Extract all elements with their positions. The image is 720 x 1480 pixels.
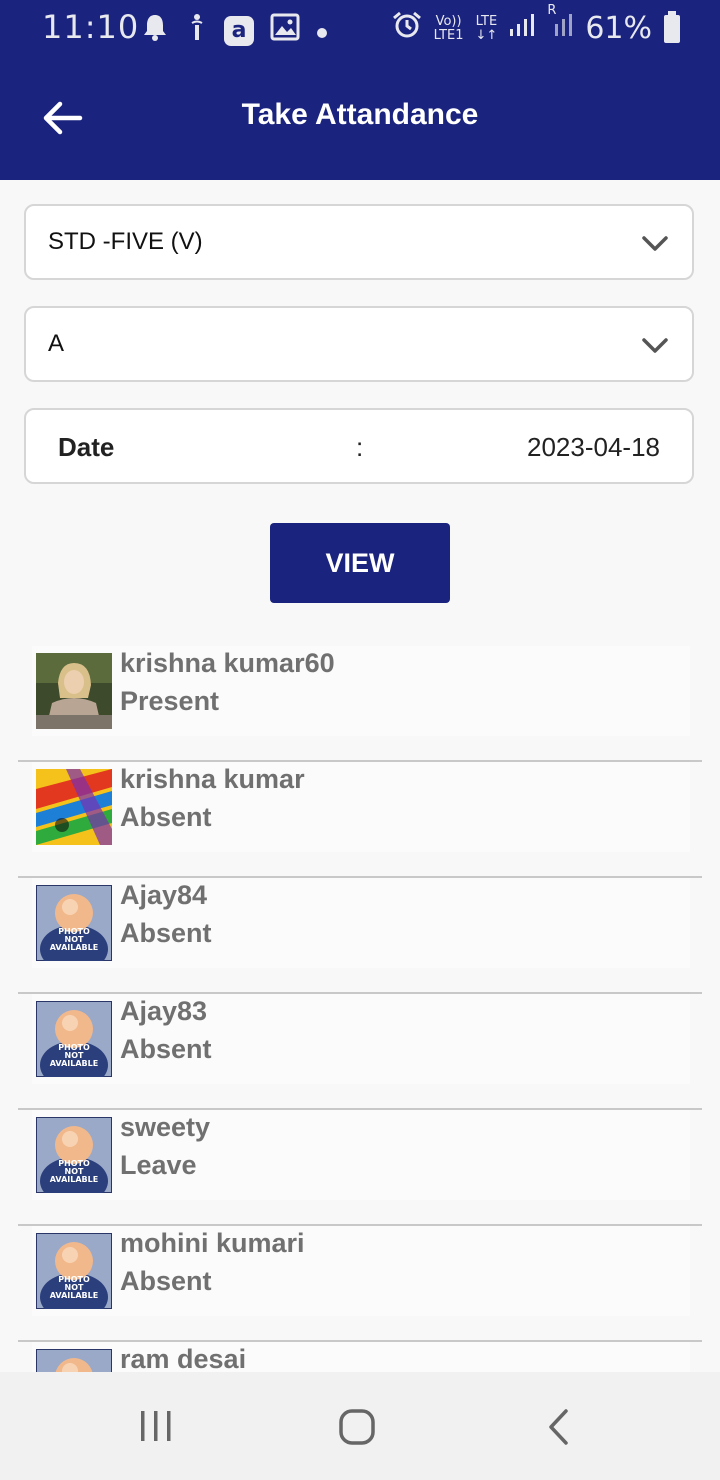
page-title: Take Attandance [241, 98, 479, 131]
volte-indicator: Vo)) LTE1 [433, 13, 464, 43]
date-separator: : [356, 432, 364, 462]
date-label: Date [58, 432, 115, 462]
chevron-down-icon [640, 228, 670, 258]
svg-text:AVAILABLE: AVAILABLE [50, 943, 98, 952]
student-row[interactable]: PHOTO NOT AVAILABLE Ajay84 Absent [18, 878, 702, 994]
svg-text:AVAILABLE: AVAILABLE [50, 1291, 98, 1300]
attendance-status: Present [120, 686, 220, 716]
date-value: 2023-04-18 [527, 432, 660, 462]
student-row[interactable]: krishna kumar Absent [18, 762, 702, 878]
student-photo: PHOTONOTAVAILABLE [36, 1001, 112, 1077]
attendance-status: Absent [120, 802, 212, 832]
student-name: krishna kumar [120, 764, 305, 794]
student-row[interactable]: krishna kumar60 Present [18, 646, 702, 762]
student-photo: PHOTONOTAVAILABLE [36, 885, 112, 961]
status-time: 11:10 [42, 8, 140, 46]
system-icons: Vo)) LTE1 LTE ↓↑ R 61% [392, 4, 680, 47]
date-picker[interactable]: Date : 2023-04-18 [24, 408, 694, 484]
attendance-status: Absent [120, 1266, 212, 1296]
status-bar: 11:10 a Vo)) LTE1 LTE ↓↑ R 61% [0, 0, 720, 56]
student-name: mohini kumari [120, 1228, 305, 1258]
section-select-value: A [48, 330, 65, 357]
student-name: Ajay84 [120, 880, 208, 910]
signal-strength-icon [509, 12, 535, 45]
home-icon[interactable] [338, 1408, 376, 1446]
student-row[interactable]: PHOTONOTAVAILABLE ram desai [18, 1342, 702, 1372]
alarm-icon [392, 10, 422, 47]
lte-indicator: LTE ↓↑ [475, 13, 498, 43]
student-list[interactable]: krishna kumar60 Present krishna kumar Absen… [18, 646, 702, 1372]
amazon-app-icon: a [224, 15, 254, 46]
student-row[interactable]: PHOTO NOT AVAILABLE Ajay83 Absent [18, 994, 702, 1110]
notification-icons: a [140, 12, 328, 49]
more-notifications-dot-icon [316, 16, 328, 46]
gallery-icon [270, 13, 300, 48]
view-button[interactable]: VIEW [270, 523, 450, 603]
attendance-status: Absent [120, 918, 212, 948]
info-app-icon [186, 12, 208, 49]
attendance-status: Absent [120, 1034, 212, 1064]
bell-notification-icon [140, 12, 170, 49]
student-name: sweety [120, 1112, 211, 1142]
student-row[interactable]: PHOTO NOT AVAILABLE sweety Leave [18, 1110, 702, 1226]
student-photo [36, 653, 112, 729]
battery-percentage: 61% [585, 11, 652, 46]
battery-icon [664, 10, 680, 43]
student-name: Ajay83 [120, 996, 208, 1026]
student-photo: PHOTONOTAVAILABLE [36, 1233, 112, 1309]
class-select-value: STD -FIVE (V) [48, 228, 203, 255]
student-name: ram desai [120, 1344, 247, 1372]
svg-text:AVAILABLE: AVAILABLE [50, 1175, 98, 1184]
signal-roaming-icon: R [547, 4, 573, 45]
app-header: 11:10 a Vo)) LTE1 LTE ↓↑ R 61% Take Atta… [0, 0, 720, 180]
recent-apps-icon[interactable] [138, 1408, 174, 1444]
student-name: krishna kumar60 [120, 648, 335, 678]
student-photo: PHOTONOTAVAILABLE [36, 1117, 112, 1193]
class-select[interactable]: STD -FIVE (V) [24, 204, 694, 280]
system-navigation-bar [0, 1372, 720, 1480]
attendance-status: Leave [120, 1150, 197, 1180]
student-photo [36, 769, 112, 845]
section-select[interactable]: A [24, 306, 694, 382]
chevron-down-icon [640, 330, 670, 360]
svg-text:AVAILABLE: AVAILABLE [50, 1059, 98, 1068]
student-row[interactable]: PHOTO NOT AVAILABLE mohini kumari Absent [18, 1226, 702, 1342]
student-photo: PHOTONOTAVAILABLE [36, 1349, 112, 1372]
nav-back-icon[interactable] [544, 1408, 572, 1446]
